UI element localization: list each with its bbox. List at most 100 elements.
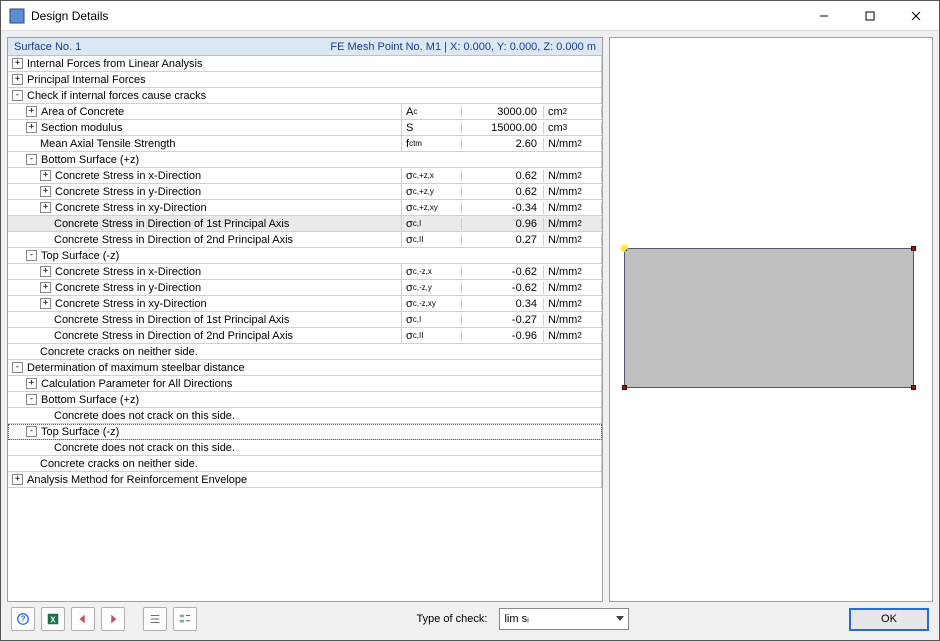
row-label: Mean Axial Tensile Strength (8, 136, 402, 151)
expand-icon[interactable]: + (12, 474, 23, 485)
results-tree[interactable]: +Internal Forces from Linear Analysis+Pr… (8, 56, 602, 601)
type-of-check-label: Type of check: (417, 613, 488, 625)
tree-row[interactable]: +Section modulusS15000.00cm3 (8, 120, 602, 136)
tree-row[interactable]: Concrete Stress in Direction of 2nd Prin… (8, 232, 602, 248)
tree-row[interactable]: +Concrete Stress in xy-Directionσc,-z,xy… (8, 296, 602, 312)
tree-row[interactable]: -Top Surface (-z) (8, 424, 602, 440)
row-value: 0.96 (462, 218, 544, 230)
maximize-button[interactable] (847, 1, 893, 31)
collapse-icon[interactable]: - (12, 90, 23, 101)
row-unit: N/mm2 (544, 330, 602, 342)
collapse-icon[interactable]: - (26, 154, 37, 165)
close-button[interactable] (893, 1, 939, 31)
expand-icon[interactable]: + (40, 282, 51, 293)
help-button[interactable]: ? (11, 607, 35, 631)
collapse-icon[interactable]: - (26, 394, 37, 405)
export-excel-button[interactable]: X (41, 607, 65, 631)
expand-icon[interactable]: + (26, 122, 37, 133)
expand-icon[interactable]: + (40, 266, 51, 277)
ok-button[interactable]: OK (849, 608, 929, 631)
tree-row[interactable]: Concrete cracks on neither side. (8, 456, 602, 472)
expand-icon[interactable]: + (26, 378, 37, 389)
tree-row[interactable]: +Concrete Stress in y-Directionσc,-z,y-0… (8, 280, 602, 296)
chevron-down-icon (616, 613, 624, 625)
tree-row[interactable]: Concrete cracks on neither side. (8, 344, 602, 360)
tree-row[interactable]: +Concrete Stress in xy-Directionσc,+z,xy… (8, 200, 602, 216)
app-icon (9, 8, 25, 24)
row-label: Concrete does not crack on this side. (8, 440, 602, 455)
next-button[interactable] (101, 607, 125, 631)
tree-row[interactable]: -Bottom Surface (+z) (8, 152, 602, 168)
tree-row[interactable]: -Determination of maximum steelbar dista… (8, 360, 602, 376)
expand-icon[interactable]: + (40, 186, 51, 197)
row-label: Concrete Stress in Direction of 2nd Prin… (8, 328, 402, 343)
row-symbol: σc,+z,x (402, 170, 462, 182)
row-symbol: fctm (402, 138, 462, 150)
expand-icon[interactable]: + (40, 202, 51, 213)
row-label: +Concrete Stress in x-Direction (8, 168, 402, 183)
row-symbol: σc,-z,xy (402, 298, 462, 310)
expand-icon[interactable]: + (12, 58, 23, 69)
tree-row[interactable]: +Internal Forces from Linear Analysis (8, 56, 602, 72)
tree-row[interactable]: +Calculation Parameter for All Direction… (8, 376, 602, 392)
preview-panel[interactable] (609, 37, 933, 602)
tree-row[interactable]: Concrete Stress in Direction of 1st Prin… (8, 216, 602, 232)
row-value: 2.60 (462, 138, 544, 150)
minimize-button[interactable] (801, 1, 847, 31)
tree-row[interactable]: +Principal Internal Forces (8, 72, 602, 88)
type-of-check-select[interactable]: lim sᵢ (499, 608, 629, 630)
list-view-button[interactable] (143, 607, 167, 631)
row-label: +Principal Internal Forces (8, 72, 602, 87)
tree-row[interactable]: Concrete does not crack on this side. (8, 408, 602, 424)
row-label: +Concrete Stress in xy-Direction (8, 200, 402, 215)
row-unit: N/mm2 (544, 298, 602, 310)
collapse-icon[interactable]: - (26, 426, 37, 437)
tree-row[interactable]: Concrete Stress in Direction of 1st Prin… (8, 312, 602, 328)
row-unit: cm2 (544, 106, 602, 118)
collapse-icon[interactable]: - (26, 250, 37, 261)
node-handle[interactable] (622, 385, 627, 390)
row-symbol: σc,+z,xy (402, 202, 462, 214)
row-label: Concrete does not crack on this side. (8, 408, 602, 423)
expand-icon[interactable]: + (26, 106, 37, 117)
expand-icon[interactable]: + (40, 298, 51, 309)
expand-icon[interactable]: + (40, 170, 51, 181)
row-unit: N/mm2 (544, 314, 602, 326)
tree-row[interactable]: -Bottom Surface (+z) (8, 392, 602, 408)
tree-row[interactable]: -Top Surface (-z) (8, 248, 602, 264)
row-value: -0.34 (462, 202, 544, 214)
row-value: 0.34 (462, 298, 544, 310)
row-unit: cm3 (544, 122, 602, 134)
tree-row[interactable]: +Analysis Method for Reinforcement Envel… (8, 472, 602, 488)
tree-row[interactable]: Concrete does not crack on this side. (8, 440, 602, 456)
tree-row[interactable]: +Concrete Stress in y-Directionσc,+z,y0.… (8, 184, 602, 200)
row-symbol: σc,+z,y (402, 186, 462, 198)
row-unit: N/mm2 (544, 170, 602, 182)
tree-row[interactable]: +Concrete Stress in x-Directionσc,-z,x-0… (8, 264, 602, 280)
row-unit: N/mm2 (544, 186, 602, 198)
expand-icon[interactable]: + (12, 74, 23, 85)
row-value: 0.62 (462, 186, 544, 198)
tree-row[interactable]: +Area of ConcreteAc3000.00cm2 (8, 104, 602, 120)
detail-view-button[interactable] (173, 607, 197, 631)
row-symbol: σc,-z,y (402, 282, 462, 294)
row-unit: N/mm2 (544, 282, 602, 294)
tree-row[interactable]: -Check if internal forces cause cracks (8, 88, 602, 104)
row-unit: N/mm2 (544, 218, 602, 230)
row-value: 0.62 (462, 170, 544, 182)
surface-shape[interactable] (624, 248, 914, 388)
svg-text:?: ? (21, 615, 26, 624)
design-details-window: Design Details Surface No. 1 FE Mesh Poi… (0, 0, 940, 641)
node-handle[interactable] (911, 385, 916, 390)
node-handle[interactable] (911, 246, 916, 251)
row-label: Concrete Stress in Direction of 1st Prin… (8, 216, 402, 231)
tree-row[interactable]: +Concrete Stress in x-Directionσc,+z,x0.… (8, 168, 602, 184)
tree-row[interactable]: Concrete Stress in Direction of 2nd Prin… (8, 328, 602, 344)
prev-button[interactable] (71, 607, 95, 631)
row-symbol: σc,I (402, 218, 462, 230)
collapse-icon[interactable]: - (12, 362, 23, 373)
row-symbol: σc,II (402, 234, 462, 246)
row-label: Concrete Stress in Direction of 2nd Prin… (8, 232, 402, 247)
tree-row[interactable]: Mean Axial Tensile Strengthfctm2.60N/mm2 (8, 136, 602, 152)
row-value: -0.62 (462, 266, 544, 278)
